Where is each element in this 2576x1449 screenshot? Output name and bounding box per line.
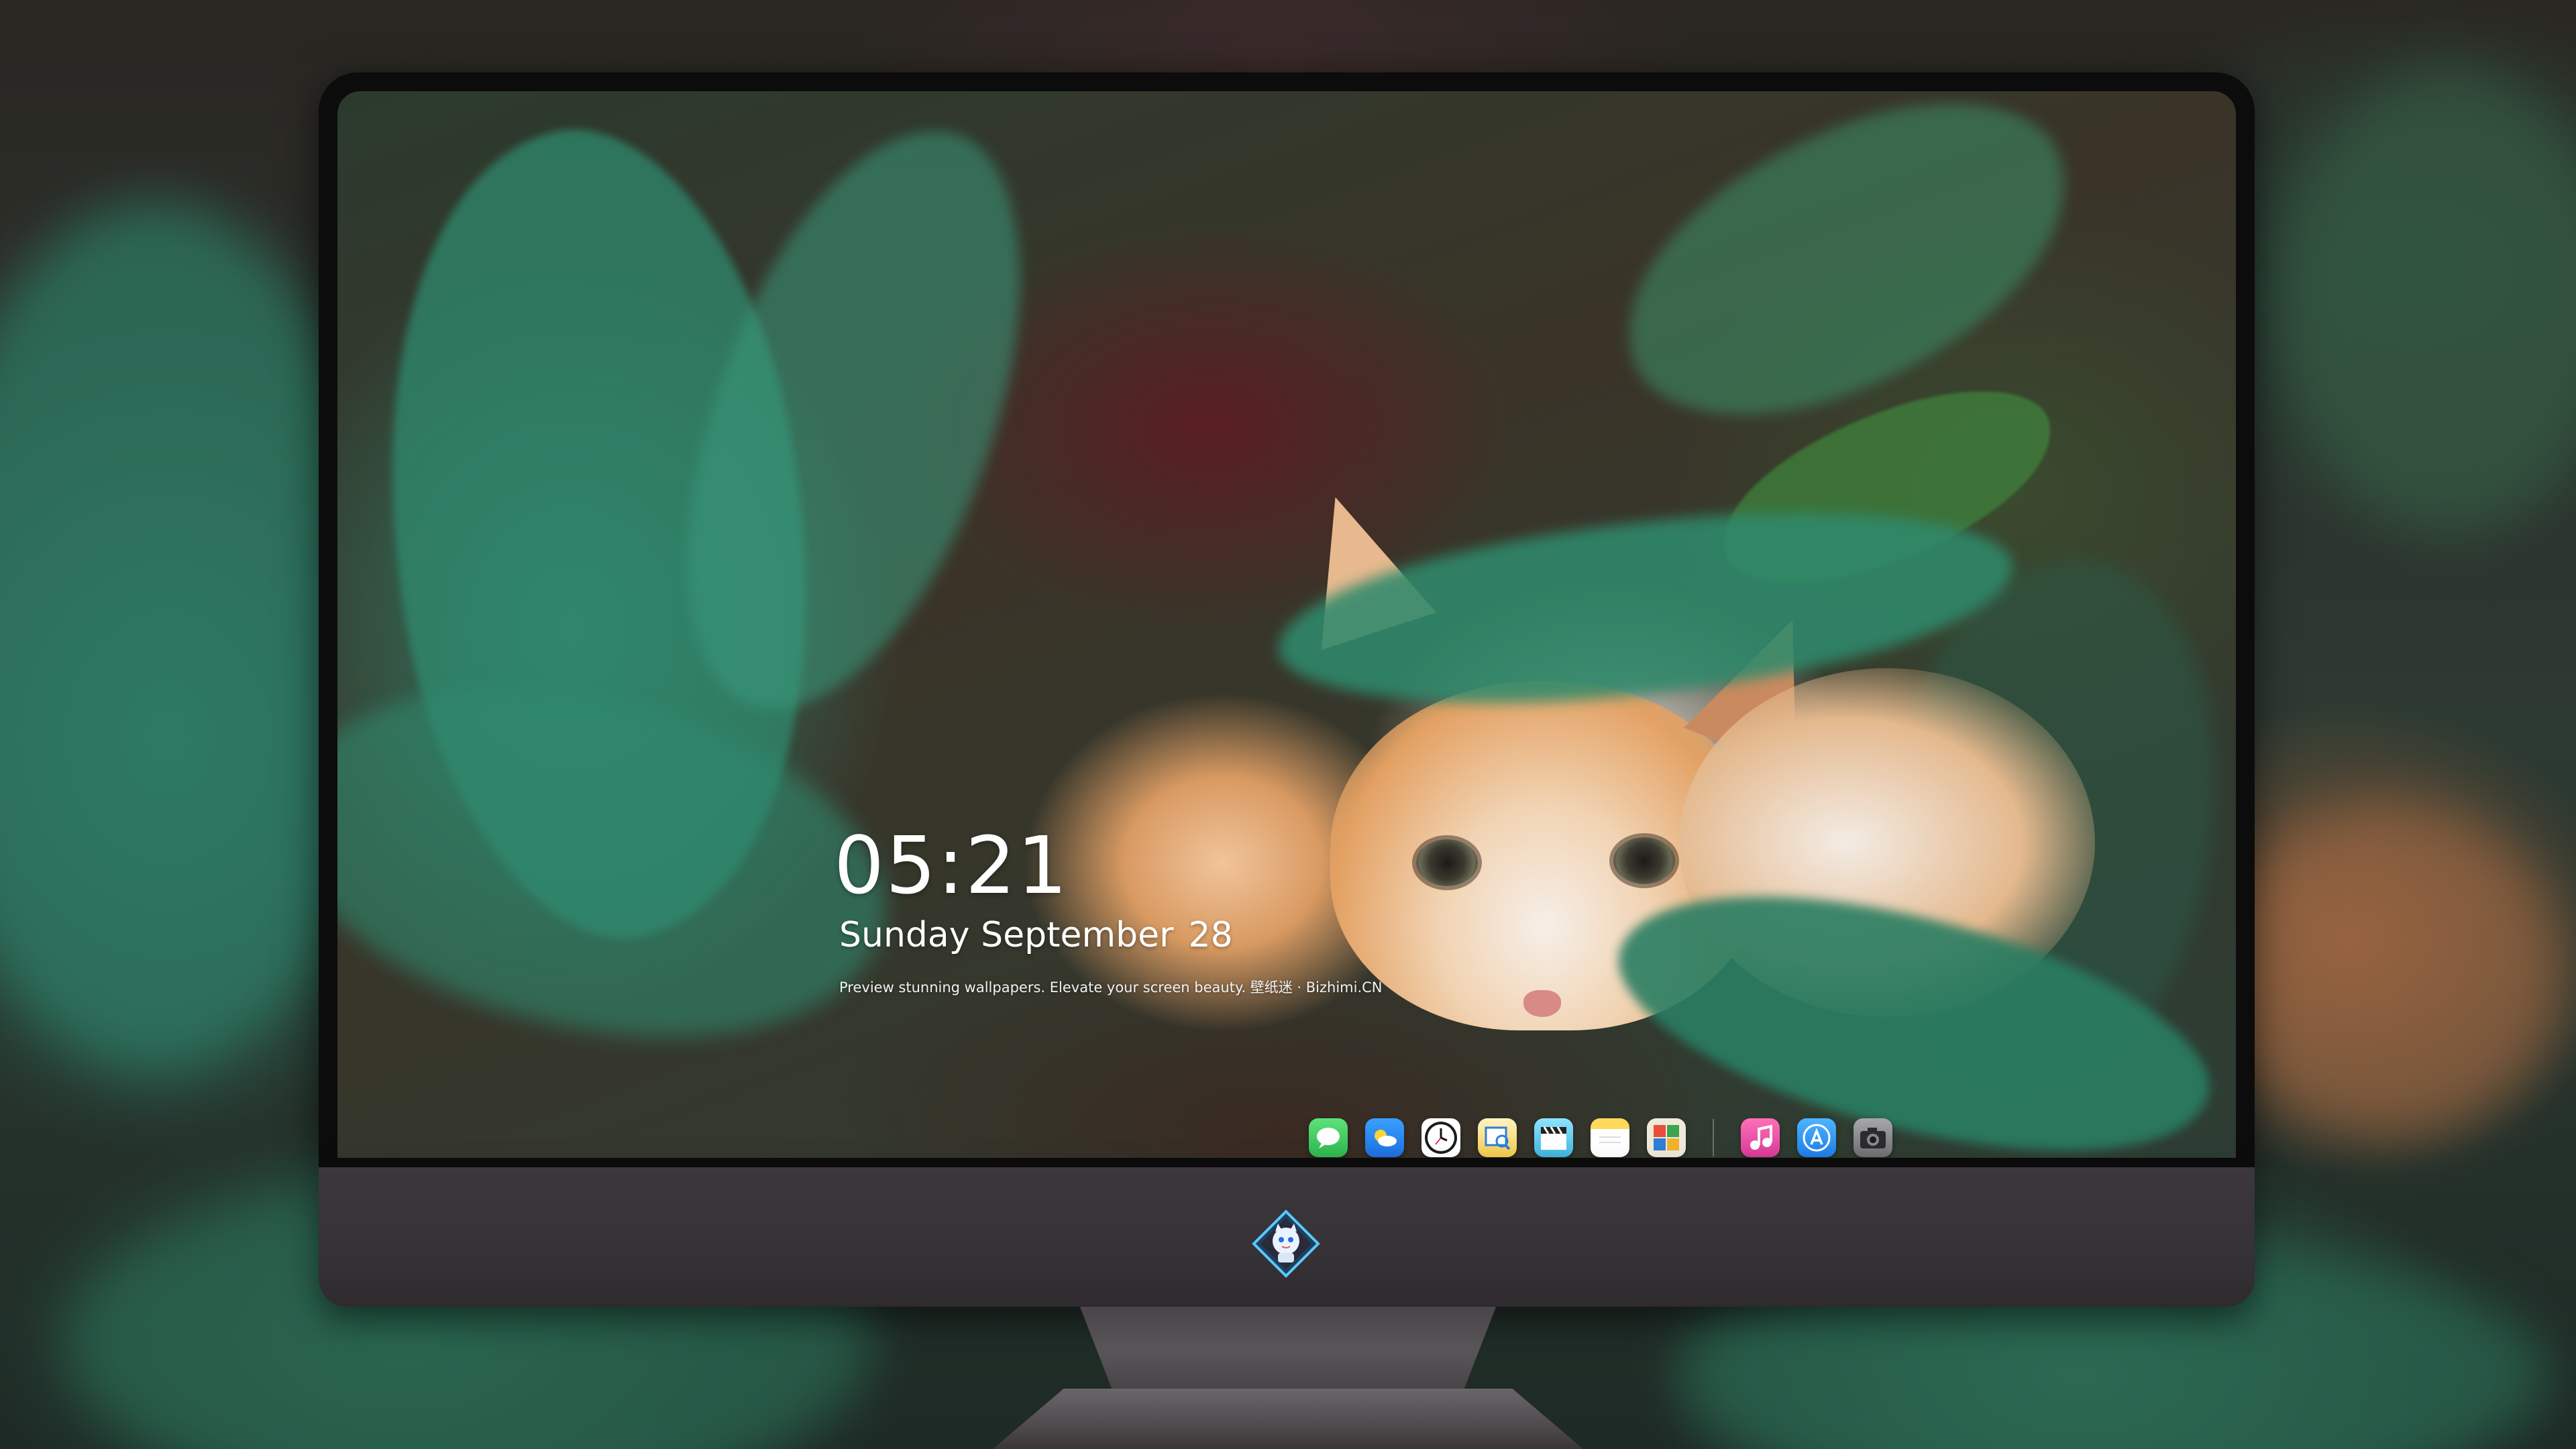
mascot-logo-icon <box>1251 1209 1321 1279</box>
kitten-eye <box>1416 839 1478 886</box>
lock-screen-day: 28 <box>1188 915 1233 955</box>
kitten-nose <box>1523 990 1561 1017</box>
notes-icon[interactable] <box>1591 1118 1629 1157</box>
music-icon[interactable] <box>1741 1118 1780 1157</box>
lock-screen-time: 05:21 <box>834 819 1069 912</box>
monitor-stand-base <box>993 1389 1583 1449</box>
lock-screen-weekday-month: Sunday September <box>839 915 1174 955</box>
monitor-chin <box>319 1167 2255 1307</box>
clapper-icon[interactable] <box>1534 1118 1573 1157</box>
messages-icon[interactable] <box>1309 1118 1348 1157</box>
preview-icon[interactable] <box>1478 1118 1517 1157</box>
lock-screen-tagline: Preview stunning wallpapers. Elevate you… <box>839 979 1383 996</box>
clock-icon[interactable] <box>1421 1118 1460 1157</box>
dock <box>1309 1111 1910 1158</box>
weather-icon[interactable] <box>1365 1118 1404 1157</box>
app-store-icon[interactable] <box>1797 1118 1836 1157</box>
desktop-screen: 05:21 Sunday September 28 Preview stunnin… <box>337 91 2236 1158</box>
lock-screen-date: Sunday September 28 <box>839 915 1233 955</box>
dock-separator <box>1713 1119 1714 1157</box>
background-leaf <box>2281 67 2576 537</box>
imac-monitor: 05:21 Sunday September 28 Preview stunnin… <box>319 72 2255 1307</box>
photo-booth-icon[interactable] <box>1647 1118 1686 1157</box>
camera-icon[interactable] <box>1854 1118 1892 1157</box>
background-leaf <box>2214 805 2563 1140</box>
monitor-bezel: 05:21 Sunday September 28 Preview stunnin… <box>319 72 2255 1167</box>
kitten-eye <box>1613 837 1675 884</box>
